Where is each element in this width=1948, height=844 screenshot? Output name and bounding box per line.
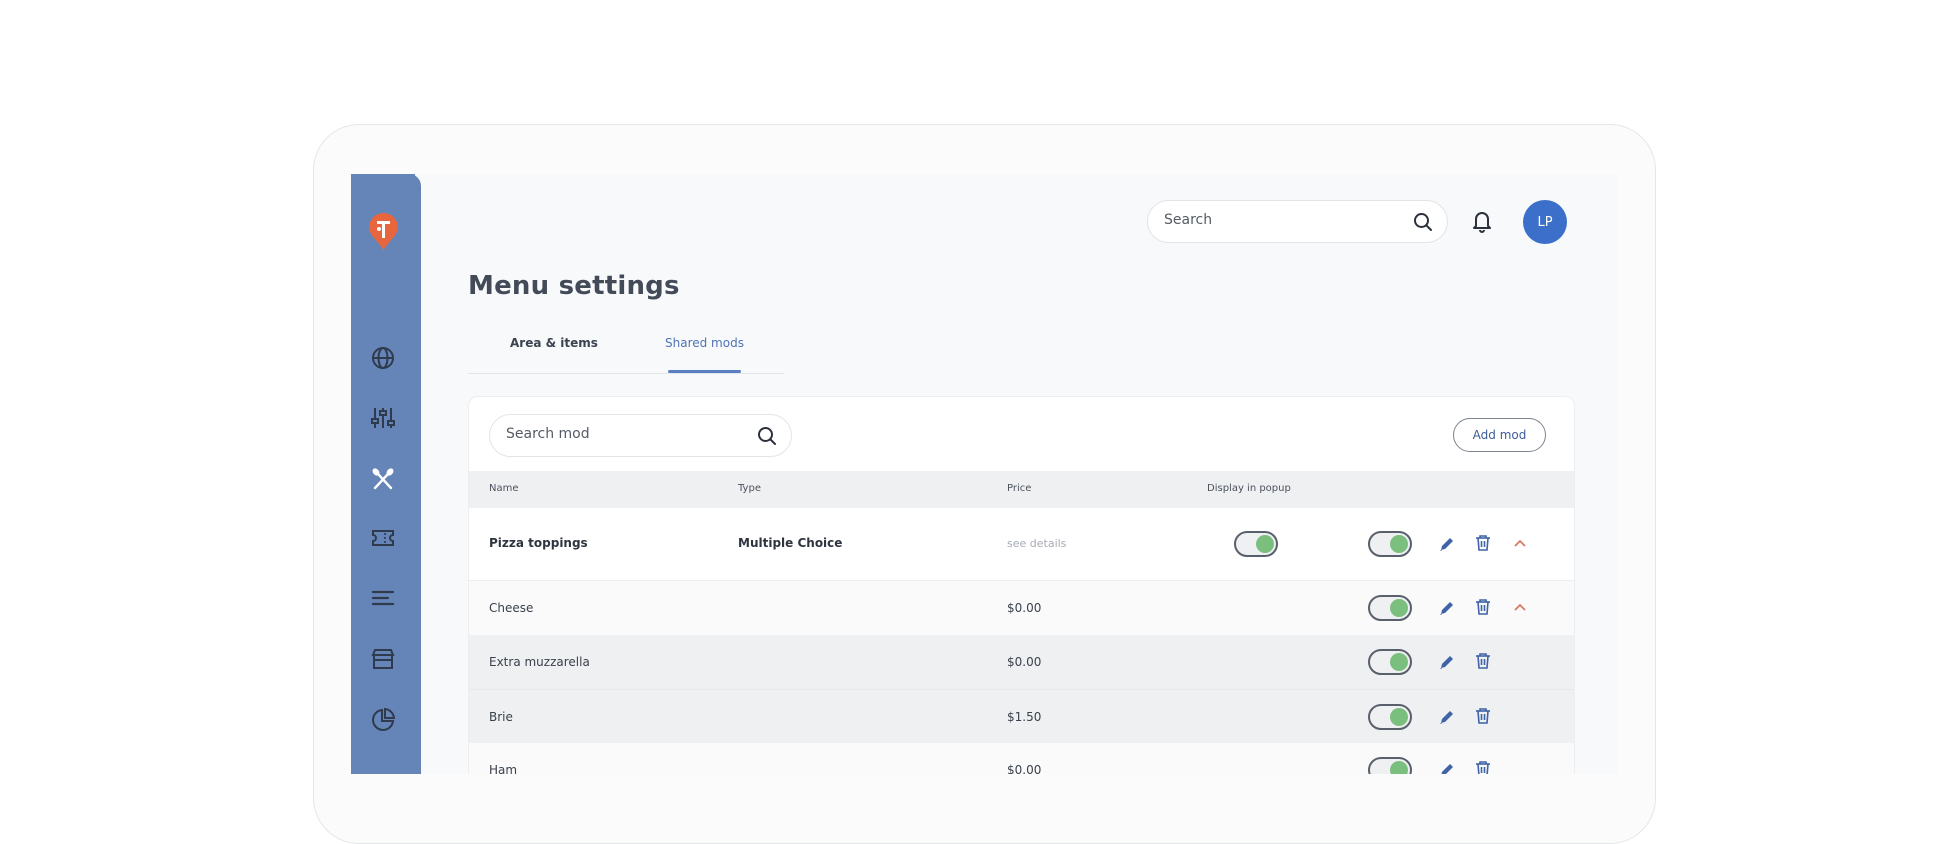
mod-type: Multiple Choice [738,536,843,550]
enabled-toggle[interactable] [1368,649,1412,675]
add-mod-button[interactable]: Add mod [1453,418,1546,452]
column-header-type: Type [738,483,761,494]
tabs: Area & items Shared mods [468,336,784,374]
trash-icon[interactable] [1474,760,1492,774]
mod-search[interactable] [489,414,792,457]
ticket-icon[interactable] [370,525,396,551]
pencil-icon[interactable] [1438,761,1456,774]
mod-search-input[interactable] [506,426,726,442]
mod-price: $0.00 [1007,763,1042,774]
enabled-toggle[interactable] [1368,757,1412,774]
pencil-icon[interactable] [1438,535,1456,553]
pie-chart-icon[interactable] [370,707,396,733]
search-icon[interactable] [1413,212,1433,232]
avatar[interactable]: LP [1523,200,1567,244]
store-icon[interactable] [370,646,396,672]
global-search-input[interactable] [1164,212,1384,228]
enabled-toggle[interactable] [1368,595,1412,621]
sliders-icon[interactable] [370,405,396,431]
tab-shared-mods[interactable]: Shared mods [665,336,744,350]
display-popup-toggle[interactable] [1234,531,1278,557]
table-row[interactable]: Brie $1.50 [469,689,1574,743]
mod-name: Pizza toppings [489,536,588,550]
table-row[interactable]: Cheese $0.00 [469,581,1574,635]
chevron-up-icon[interactable] [1511,599,1529,617]
active-tab-indicator [668,370,741,373]
global-search[interactable] [1147,200,1448,243]
trash-icon[interactable] [1474,534,1492,552]
globe-icon[interactable] [370,345,396,371]
pencil-icon[interactable] [1438,599,1456,617]
sidebar [351,174,421,774]
column-header-display-popup: Display in popup [1207,483,1291,494]
tab-area-items[interactable]: Area & items [510,336,598,350]
page-title: Menu settings [468,271,680,301]
logo-icon[interactable] [368,213,399,252]
mod-price: $0.00 [1007,655,1042,669]
enabled-toggle[interactable] [1368,704,1412,730]
mod-name: Extra muzzarella [489,655,590,669]
menu-lines-icon[interactable] [370,585,396,611]
column-header-price: Price [1007,483,1032,494]
trash-icon[interactable] [1474,598,1492,616]
pencil-icon[interactable] [1438,653,1456,671]
mod-name: Cheese [489,601,534,615]
mod-name: Brie [489,710,513,724]
app-screen: LP Menu settings Area & items Shared mod… [351,174,1618,774]
trash-icon[interactable] [1474,652,1492,670]
table-row[interactable]: Extra muzzarella $0.00 [469,635,1574,689]
mod-name: Ham [489,763,518,774]
column-header-name: Name [489,483,519,494]
chevron-up-icon[interactable] [1511,535,1529,553]
mods-card: Add mod Name Type Price Display in popup… [468,396,1575,774]
table-header: Name Type Price Display in popup [469,471,1574,508]
table-row[interactable]: Pizza toppings Multiple Choice see detai… [469,508,1574,580]
mod-price: see details [1007,537,1067,550]
table-row[interactable]: Ham $0.00 [469,743,1574,774]
mod-price: $1.50 [1007,710,1042,724]
enabled-toggle[interactable] [1368,531,1412,557]
bell-icon[interactable] [1471,209,1493,233]
search-icon[interactable] [757,426,777,446]
pencil-icon[interactable] [1438,708,1456,726]
utensils-icon[interactable] [370,466,396,492]
mod-price: $0.00 [1007,601,1042,615]
trash-icon[interactable] [1474,707,1492,725]
